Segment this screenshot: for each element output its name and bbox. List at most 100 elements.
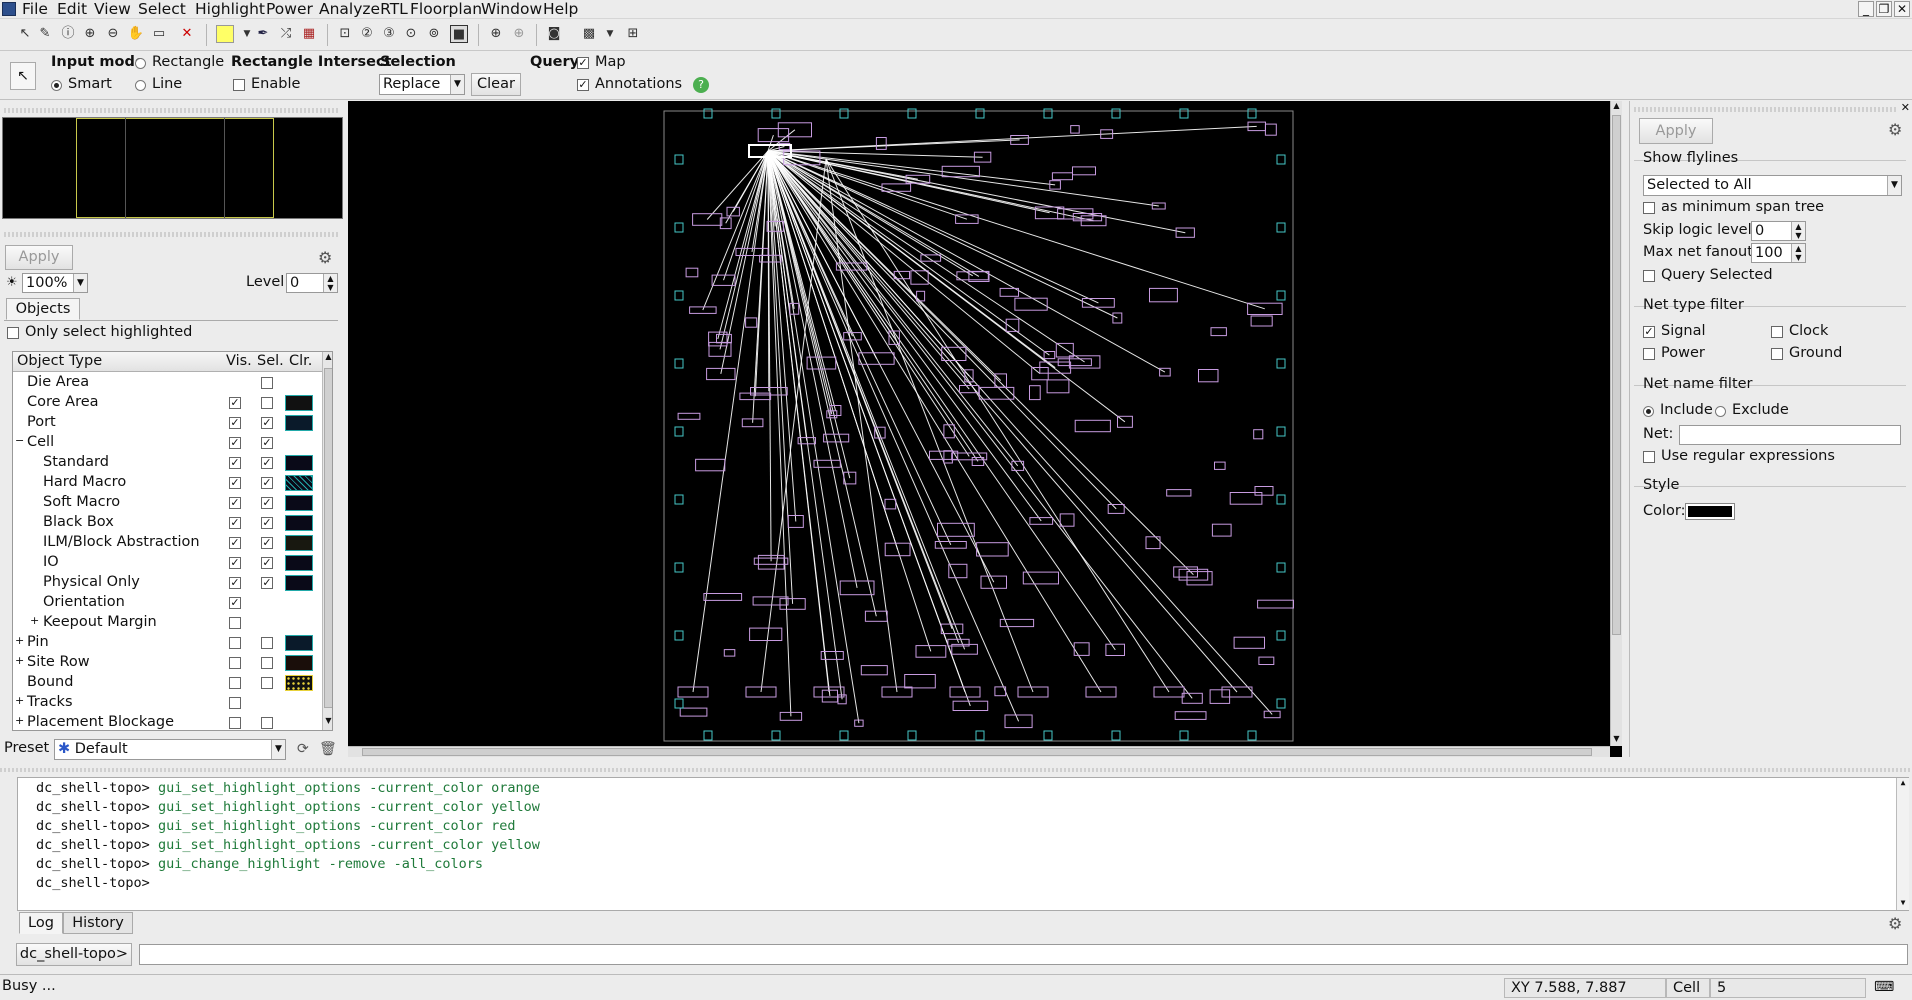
clock-checkbox[interactable]	[1771, 326, 1783, 338]
port-instance[interactable]	[975, 730, 985, 741]
selectable-checkbox[interactable]	[261, 657, 273, 669]
menu-window[interactable]: Window	[481, 0, 542, 19]
selectable-checkbox[interactable]	[261, 397, 273, 409]
level-spinbox[interactable]: 0 ▲ ▼	[286, 273, 338, 293]
zoom-out-2-icon[interactable]: ⊕	[510, 25, 528, 43]
port-instance[interactable]	[1276, 222, 1286, 233]
selectable-checkbox[interactable]	[261, 677, 273, 689]
port-instance[interactable]	[1276, 358, 1286, 369]
port-instance[interactable]	[1179, 108, 1189, 119]
port-instance[interactable]	[1276, 290, 1286, 301]
rectangle-radio[interactable]	[135, 58, 146, 69]
visible-checkbox[interactable]: ✓	[229, 477, 241, 489]
expand-icon[interactable]: +	[15, 634, 24, 647]
cell-instance[interactable]	[999, 287, 1019, 297]
tab-objects[interactable]: Objects	[6, 298, 80, 320]
query-selected-checkbox[interactable]	[1643, 270, 1655, 282]
object-row[interactable]: Bound	[13, 673, 322, 693]
console-scrollbar[interactable]: ▲ ▼	[1896, 778, 1909, 910]
port-instance[interactable]	[674, 494, 684, 505]
object-row[interactable]: Standard ✓ ✓	[13, 453, 322, 473]
layout-dropdown-icon[interactable]: ▼	[601, 25, 619, 43]
selectable-checkbox[interactable]: ✓	[261, 557, 273, 569]
cell-instance[interactable]	[1029, 385, 1041, 401]
color-swatch[interactable]	[285, 515, 313, 531]
map-checkbox[interactable]: ✓	[577, 57, 589, 69]
cell-instance[interactable]	[1059, 513, 1075, 527]
port-instance[interactable]	[1276, 154, 1286, 165]
min-span-tree-checkbox[interactable]	[1643, 202, 1655, 214]
cell-instance[interactable]	[679, 707, 708, 717]
color-swatch[interactable]	[285, 535, 313, 551]
port-instance[interactable]	[1276, 698, 1286, 709]
visible-checkbox[interactable]: ✓	[229, 517, 241, 529]
input-mode-cursor-icon[interactable]: ↖	[10, 62, 36, 90]
expand-icon[interactable]: +	[15, 694, 24, 707]
cell-instance[interactable]	[749, 627, 783, 641]
cell-instance[interactable]	[1149, 287, 1178, 303]
color-picker-button[interactable]	[1685, 503, 1735, 520]
menu-power[interactable]: Power	[266, 0, 313, 19]
minimize-icon[interactable]: _	[1858, 1, 1874, 17]
object-row[interactable]: Core Area ✓	[13, 393, 322, 413]
exclude-radio[interactable]	[1715, 406, 1726, 417]
cell-instance[interactable]	[943, 450, 953, 464]
visible-checkbox[interactable]	[229, 637, 241, 649]
cell-instance[interactable]	[706, 367, 736, 381]
help-icon[interactable]: ?	[693, 77, 709, 93]
expand-icon[interactable]: +	[15, 654, 24, 667]
zoom-percent-select[interactable]: 100% ▼	[22, 273, 88, 293]
cell-instance[interactable]	[916, 290, 926, 302]
cell-instance[interactable]	[789, 302, 800, 315]
layout-view-icon[interactable]: ▩	[580, 25, 598, 43]
zoom-in-icon[interactable]: ⊕	[81, 25, 99, 43]
port-instance[interactable]	[771, 108, 781, 119]
port-instance[interactable]	[975, 108, 985, 119]
cell-instance[interactable]	[1068, 355, 1101, 369]
command-input[interactable]	[139, 944, 1908, 965]
port-instance[interactable]	[674, 222, 684, 233]
zoom-selection-icon[interactable]: ⊚	[425, 25, 443, 43]
port-instance[interactable]	[1043, 108, 1053, 119]
net-name-input[interactable]	[1679, 425, 1901, 445]
selectable-checkbox[interactable]: ✓	[261, 477, 273, 489]
info-icon[interactable]: ⓘ	[59, 25, 77, 43]
port-instance[interactable]	[1276, 630, 1286, 641]
object-row[interactable]: + Placement Blockage	[13, 713, 322, 730]
canvas-vscrollbar[interactable]: ▲ ▼	[1610, 101, 1622, 746]
ruler-icon[interactable]: ▭	[150, 25, 168, 43]
camera-icon[interactable]: ◙	[545, 25, 563, 43]
object-row[interactable]: Black Box ✓ ✓	[13, 513, 322, 533]
select-arrow-icon[interactable]: ↖	[16, 25, 34, 43]
zoom-fit-icon[interactable]: ⊡	[336, 25, 354, 43]
cell-instance[interactable]	[1214, 461, 1226, 470]
collapse-icon[interactable]: −	[15, 434, 24, 447]
visible-checkbox[interactable]	[229, 617, 241, 629]
zoom-3-icon[interactable]: ③	[380, 25, 398, 43]
col-object-type[interactable]: Object Type	[17, 353, 102, 369]
cell-instance[interactable]	[1051, 172, 1074, 181]
port-instance[interactable]	[674, 290, 684, 301]
cell-instance[interactable]	[1186, 571, 1213, 586]
menu-floorplan[interactable]: Floorplan	[410, 0, 482, 19]
cell-instance[interactable]	[1055, 342, 1074, 358]
skip-logic-spinbox[interactable]: 0 ▲ ▼	[1751, 221, 1806, 241]
color-swatch[interactable]	[285, 475, 313, 491]
port-instance[interactable]	[839, 730, 849, 741]
right-apply-button[interactable]: Apply	[1639, 118, 1713, 144]
power-checkbox[interactable]	[1643, 348, 1655, 360]
port-instance[interactable]	[907, 730, 917, 741]
visible-checkbox[interactable]: ✓	[229, 597, 241, 609]
cell-instance[interactable]	[1211, 523, 1232, 537]
cell-instance[interactable]	[745, 317, 758, 328]
cell-instance[interactable]	[723, 649, 736, 657]
visible-checkbox[interactable]	[229, 677, 241, 689]
color-swatch[interactable]	[285, 675, 313, 691]
object-row[interactable]: Hard Macro ✓ ✓	[13, 473, 322, 493]
cell-instance[interactable]	[1264, 123, 1277, 136]
cell-instance[interactable]	[904, 674, 936, 689]
object-row[interactable]: Orientation ✓	[13, 593, 322, 613]
cell-instance[interactable]	[695, 458, 726, 472]
canvas-hscrollbar[interactable]	[348, 746, 1610, 757]
cell-instance[interactable]	[1229, 492, 1263, 505]
